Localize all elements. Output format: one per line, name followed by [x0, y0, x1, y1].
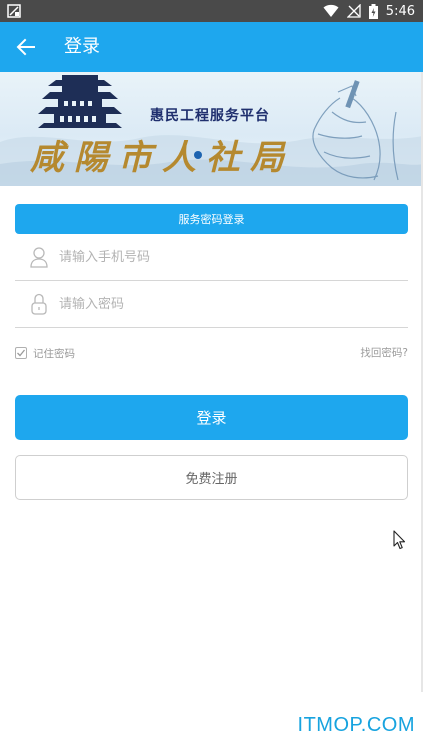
battery-charging-icon	[368, 3, 378, 19]
remember-label: 记住密码	[33, 347, 75, 360]
mouse-cursor-icon	[393, 530, 406, 550]
phone-field	[15, 235, 408, 281]
tab-service-password-login[interactable]: 服务密码登录	[15, 204, 408, 234]
arrow-left-icon[interactable]	[14, 35, 38, 59]
remember-password-checkbox[interactable]: 记住密码	[15, 345, 75, 361]
phone-input[interactable]	[59, 243, 389, 271]
banner: 惠民工程服务平台 咸陽市人社局	[0, 72, 423, 186]
banner-calligraphy: 咸陽市人社局	[30, 138, 294, 178]
no-signal-icon	[346, 4, 361, 18]
page-title: 登录	[64, 36, 100, 57]
checkbox-checked-icon	[15, 347, 27, 359]
user-icon	[30, 247, 48, 268]
password-input[interactable]	[59, 290, 389, 318]
watermark: ITMOP.COM	[297, 714, 415, 736]
status-bar: 5:46	[0, 0, 423, 22]
app-bar: 登录	[0, 22, 423, 72]
lock-icon	[31, 293, 47, 315]
notification-icon	[7, 4, 21, 18]
banner-subtitle: 惠民工程服务平台	[150, 108, 270, 124]
forgot-password-link[interactable]: 找回密码?	[360, 345, 408, 360]
wifi-icon	[323, 4, 339, 17]
status-time: 5:46	[385, 3, 415, 19]
password-field	[15, 282, 408, 328]
login-button[interactable]: 登录	[15, 395, 408, 440]
register-button[interactable]: 免费注册	[15, 455, 408, 500]
